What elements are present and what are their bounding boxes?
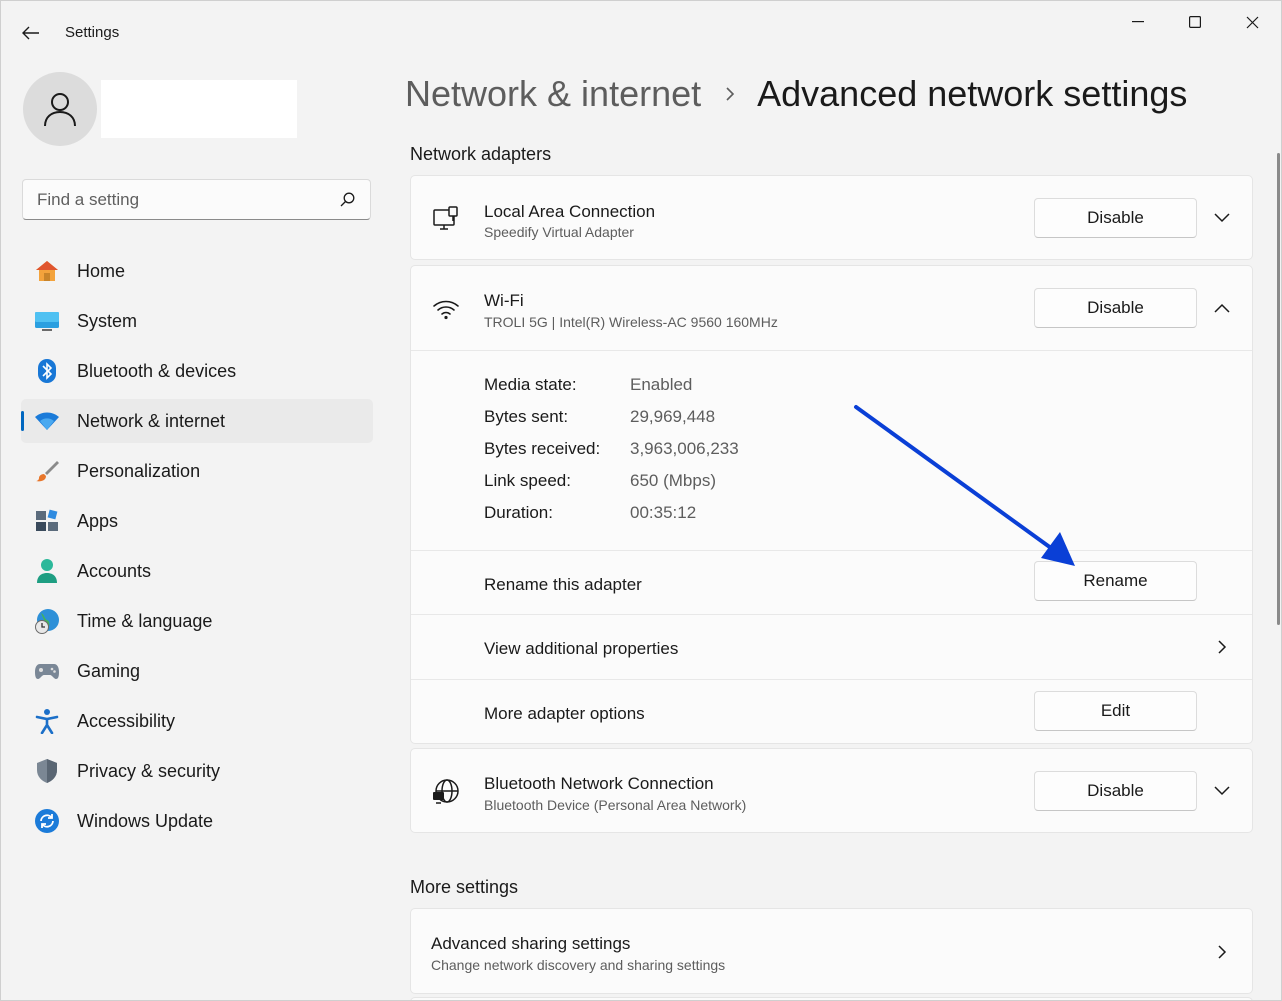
section-title-more-settings: More settings xyxy=(410,877,519,897)
close-icon xyxy=(1246,16,1258,28)
username-redacted xyxy=(101,80,297,138)
page-title: Advanced network settings xyxy=(757,73,1188,114)
chevron-right-icon xyxy=(1210,940,1234,964)
edit-button[interactable]: Edit xyxy=(1034,691,1197,731)
advanced-sharing-settings-card[interactable]: Advanced sharing settings Change network… xyxy=(410,908,1253,994)
avatar[interactable] xyxy=(23,72,97,146)
globe-network-icon xyxy=(431,777,461,807)
maximize-icon xyxy=(1189,16,1201,28)
detail-label: Media state: xyxy=(484,375,577,394)
adapter-subtitle: Bluetooth Device (Personal Area Network) xyxy=(484,797,747,813)
view-additional-properties-row[interactable]: View additional properties xyxy=(411,615,1252,679)
next-card-edge xyxy=(410,997,1253,1000)
bluetooth-icon xyxy=(34,358,60,384)
sidebar-item-privacy[interactable]: Privacy & security xyxy=(21,749,373,793)
sidebar-nav: Home System Bluetooth & devices Network … xyxy=(21,249,373,849)
adapter-title: Wi-Fi xyxy=(484,291,524,310)
detail-label: Duration: xyxy=(484,503,553,522)
detail-value: 3,963,006,233 xyxy=(630,439,739,458)
sidebar-item-bluetooth[interactable]: Bluetooth & devices xyxy=(21,349,373,393)
minimize-button[interactable] xyxy=(1115,7,1161,37)
detail-value: 650 (Mbps) xyxy=(630,471,716,490)
apps-icon xyxy=(34,508,60,534)
sidebar-item-gaming[interactable]: Gaming xyxy=(21,649,373,693)
divider xyxy=(411,550,1252,551)
disable-bluetooth-button[interactable]: Disable xyxy=(1034,771,1197,811)
detail-label: Link speed: xyxy=(484,471,571,490)
adapter-card-local[interactable]: Local Area Connection Speedify Virtual A… xyxy=(410,175,1253,260)
search-input[interactable] xyxy=(37,189,338,210)
rename-adapter-label: Rename this adapter xyxy=(484,575,642,594)
breadcrumb-parent[interactable]: Network & internet xyxy=(405,73,701,115)
sidebar-item-accessibility[interactable]: Accessibility xyxy=(21,699,373,743)
maximize-button[interactable] xyxy=(1172,7,1218,37)
more-adapter-options-label: More adapter options xyxy=(484,704,645,723)
clock-globe-icon xyxy=(34,608,60,634)
app-title: Settings xyxy=(65,24,120,41)
detail-label: Bytes sent: xyxy=(484,407,569,426)
settings-window: Settings Home xyxy=(0,0,1282,1001)
detail-value: Enabled xyxy=(630,375,693,394)
disable-wifi-button[interactable]: Disable xyxy=(1034,288,1197,328)
detail-value: 00:35:12 xyxy=(630,503,697,522)
chevron-up-icon[interactable] xyxy=(1210,296,1234,320)
update-icon xyxy=(34,808,60,834)
scrollbar[interactable] xyxy=(1277,153,1280,625)
gamepad-icon xyxy=(34,658,60,684)
minimize-icon xyxy=(1132,21,1144,23)
adapter-card-wifi: Wi-Fi TROLI 5G | Intel(R) Wireless-AC 95… xyxy=(410,265,1253,744)
adapter-title: Local Area Connection xyxy=(484,202,656,221)
sidebar-item-personalization[interactable]: Personalization xyxy=(21,449,373,493)
search-box[interactable] xyxy=(22,179,371,220)
accessibility-icon xyxy=(34,708,60,734)
sharing-title: Advanced sharing settings xyxy=(431,934,631,953)
sidebar-item-home[interactable]: Home xyxy=(21,249,373,293)
back-arrow-icon xyxy=(22,26,39,40)
sidebar-item-windows-update[interactable]: Windows Update xyxy=(21,799,373,843)
chevron-down-icon[interactable] xyxy=(1210,779,1234,803)
adapter-subtitle: Speedify Virtual Adapter xyxy=(484,224,634,240)
user-icon xyxy=(44,93,76,127)
rename-button[interactable]: Rename xyxy=(1034,561,1197,601)
brush-icon xyxy=(34,458,60,484)
sidebar-item-accounts[interactable]: Accounts xyxy=(21,549,373,593)
wifi-header-row[interactable]: Wi-Fi TROLI 5G | Intel(R) Wireless-AC 95… xyxy=(411,266,1252,351)
wifi-icon xyxy=(34,408,60,434)
sidebar-item-apps[interactable]: Apps xyxy=(21,499,373,543)
divider xyxy=(411,679,1252,680)
adapter-subtitle: TROLI 5G | Intel(R) Wireless-AC 9560 160… xyxy=(484,314,778,330)
adapter-title: Bluetooth Network Connection xyxy=(484,774,714,793)
divider xyxy=(411,350,1252,351)
wifi-icon xyxy=(431,294,461,324)
search-icon[interactable] xyxy=(338,191,356,209)
back-button[interactable] xyxy=(15,19,47,47)
sidebar-item-time-language[interactable]: Time & language xyxy=(21,599,373,643)
sidebar-item-network[interactable]: Network & internet xyxy=(21,399,373,443)
chevron-down-icon[interactable] xyxy=(1210,206,1234,230)
detail-value: 29,969,448 xyxy=(630,407,716,426)
view-props-label: View additional properties xyxy=(484,639,679,658)
breadcrumb: Network & internet Advanced network sett… xyxy=(405,73,1187,115)
accounts-icon xyxy=(34,558,60,584)
shield-icon xyxy=(34,758,60,784)
sidebar-item-system[interactable]: System xyxy=(21,299,373,343)
section-title-network-adapters: Network adapters xyxy=(410,144,552,164)
title-bar: Settings xyxy=(1,1,1281,57)
detail-label: Bytes received: xyxy=(484,439,601,458)
adapter-card-bluetooth[interactable]: Bluetooth Network Connection Bluetooth D… xyxy=(410,748,1253,833)
sharing-subtitle: Change network discovery and sharing set… xyxy=(431,957,726,973)
system-icon xyxy=(34,308,60,334)
chevron-right-icon xyxy=(725,86,735,102)
close-button[interactable] xyxy=(1229,7,1275,37)
disable-local-button[interactable]: Disable xyxy=(1034,198,1197,238)
home-icon xyxy=(34,258,60,284)
chevron-right-icon xyxy=(1210,635,1234,659)
ethernet-adapter-icon xyxy=(431,204,461,234)
